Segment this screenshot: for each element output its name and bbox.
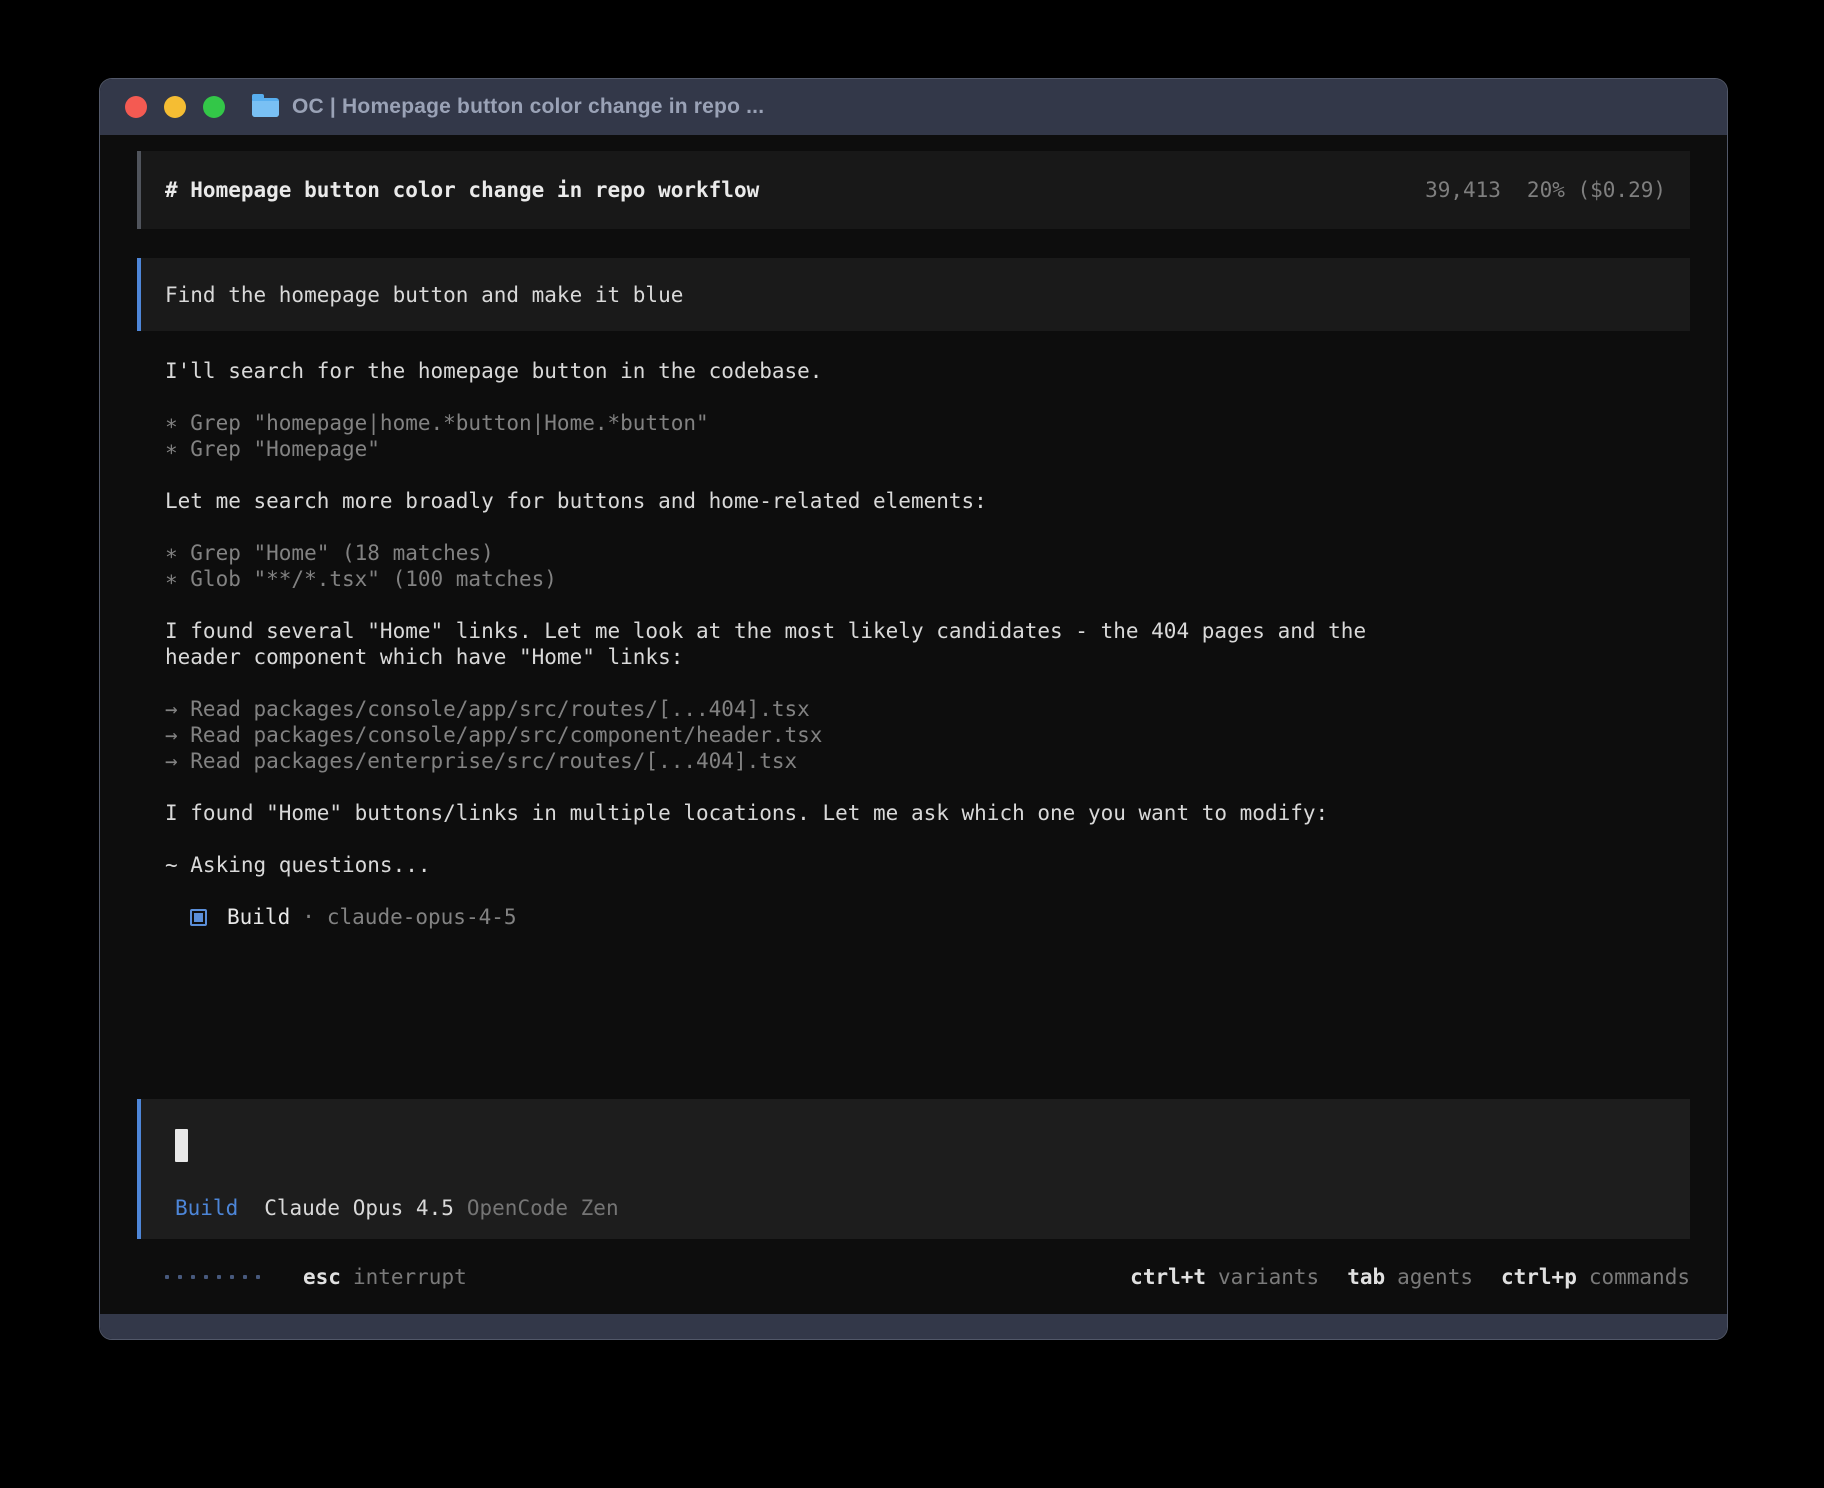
input-meta: Build Claude Opus 4.5 OpenCode Zen xyxy=(175,1195,1666,1221)
tool-call-group: → Read packages/console/app/src/routes/[… xyxy=(165,696,1690,774)
tool-call-read: → Read packages/enterprise/src/routes/[.… xyxy=(165,748,1690,774)
esc-key-label: interrupt xyxy=(353,1264,467,1290)
model-indicator: Claude Opus 4.5 xyxy=(264,1195,454,1221)
separator-dot: · xyxy=(302,904,315,930)
tool-call-group: ∗ Grep "homepage|home.*button|Home.*butt… xyxy=(165,410,1690,462)
terminal-pane: # Homepage button color change in repo w… xyxy=(100,135,1727,1314)
agent-model: claude-opus-4-5 xyxy=(327,904,517,930)
mode-indicator: Build xyxy=(175,1195,238,1221)
user-message-text: Find the homepage button and make it blu… xyxy=(165,282,683,308)
assistant-text: Let me search more broadly for buttons a… xyxy=(165,488,1690,514)
tool-call-glob: ∗ Glob "**/*.tsx" (100 matches) xyxy=(165,566,1690,592)
tool-call-read: → Read packages/console/app/src/routes/[… xyxy=(165,696,1690,722)
status-right: ctrl+t variants tab agents ctrl+p comman… xyxy=(1102,1264,1690,1290)
zoom-button[interactable] xyxy=(203,96,225,118)
assistant-text: I'll search for the homepage button in t… xyxy=(165,358,1690,384)
variants-hint: ctrl+t variants xyxy=(1130,1264,1319,1290)
working-spinner-dots xyxy=(165,1275,260,1279)
close-button[interactable] xyxy=(125,96,147,118)
window-title: OC | Homepage button color change in rep… xyxy=(292,95,764,119)
tool-call-grep: ∗ Grep "Homepage" xyxy=(165,436,1690,462)
app-window: OC | Homepage button color change in rep… xyxy=(99,78,1728,1340)
traffic-lights xyxy=(125,96,225,118)
tool-call-group: ∗ Grep "Home" (18 matches) ∗ Glob "**/*.… xyxy=(165,540,1690,592)
session-title: # Homepage button color change in repo w… xyxy=(165,177,759,203)
token-count: 39,413 xyxy=(1425,177,1501,203)
tool-call-grep: ∗ Grep "Home" (18 matches) xyxy=(165,540,1690,566)
agent-name: Build xyxy=(227,904,290,930)
minimize-button[interactable] xyxy=(164,96,186,118)
esc-key-hint: esc xyxy=(303,1264,341,1290)
titlebar: OC | Homepage button color change in rep… xyxy=(100,79,1727,135)
folder-icon xyxy=(252,98,279,117)
status-bar: esc interrupt ctrl+t variants tab agents… xyxy=(137,1264,1690,1290)
session-stats: 39,413 20% ($0.29) xyxy=(1425,177,1666,203)
text-cursor xyxy=(175,1129,188,1162)
agent-build-icon xyxy=(190,909,207,926)
tool-call-read: → Read packages/console/app/src/componen… xyxy=(165,722,1690,748)
tool-call-grep: ∗ Grep "homepage|home.*button|Home.*butt… xyxy=(165,410,1690,436)
agent-attribution: Build · claude-opus-4-5 xyxy=(165,904,1690,930)
user-message: Find the homepage button and make it blu… xyxy=(137,258,1690,331)
assistant-text: I found "Home" buttons/links in multiple… xyxy=(165,800,1690,826)
assistant-text: I found several "Home" links. Let me loo… xyxy=(165,618,1690,670)
agents-hint: tab agents xyxy=(1347,1264,1473,1290)
prompt-input[interactable]: Build Claude Opus 4.5 OpenCode Zen xyxy=(137,1099,1690,1239)
status-left: esc interrupt xyxy=(165,1264,467,1290)
assistant-transcript: I'll search for the homepage button in t… xyxy=(165,358,1690,956)
commands-hint: ctrl+p commands xyxy=(1501,1264,1690,1290)
status-text: ~ Asking questions... xyxy=(165,852,1690,878)
session-header: # Homepage button color change in repo w… xyxy=(137,151,1690,229)
window-bottom-chrome xyxy=(100,1314,1727,1339)
context-percent-cost: 20% ($0.29) xyxy=(1527,177,1666,203)
provider-indicator: OpenCode Zen xyxy=(467,1195,619,1221)
